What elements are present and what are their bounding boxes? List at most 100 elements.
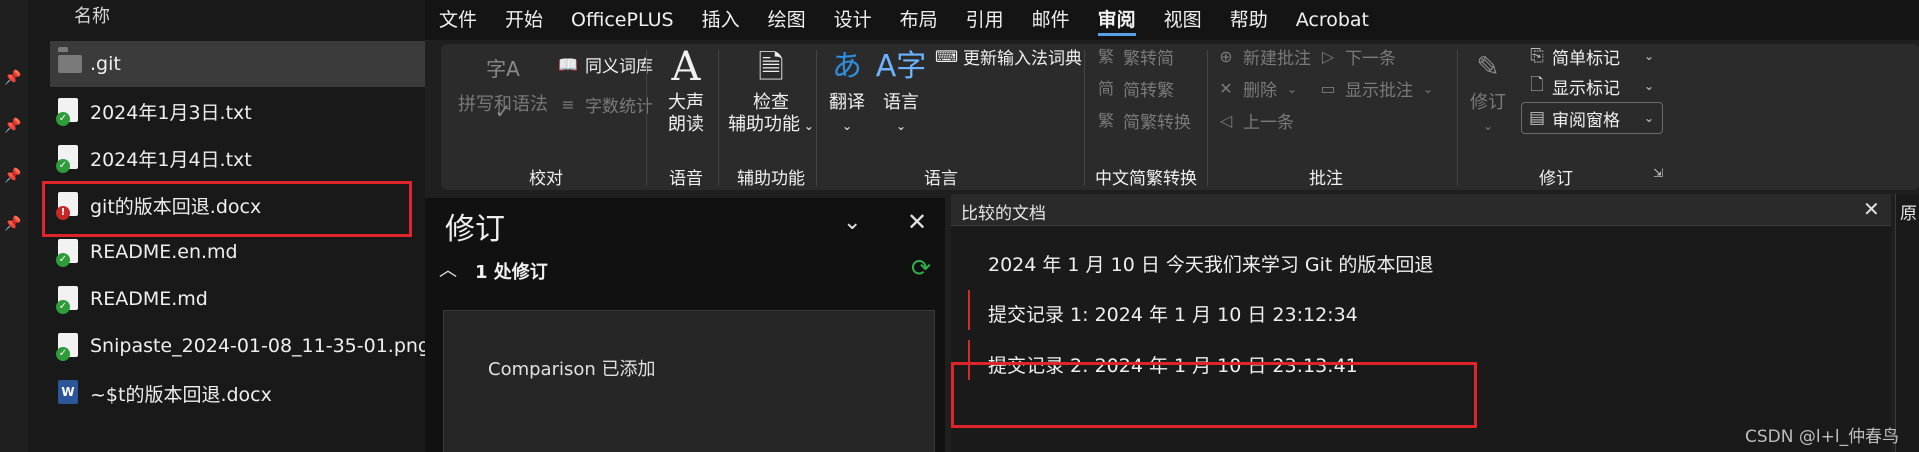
dialog-launcher-icon[interactable]: ⇲	[1653, 166, 1663, 180]
group-label-language: 语言	[924, 169, 958, 189]
group-label-comments: 批注	[1309, 169, 1343, 189]
new-comment-button[interactable]: ⊕ 新建批注	[1215, 44, 1311, 70]
close-icon[interactable]: ✕	[1863, 197, 1880, 221]
check-accessibility-button[interactable]: 🗎 检查 辅助功能 ⌄	[723, 46, 819, 137]
chinese-conversion-button[interactable]: 繁简繁转换	[1095, 108, 1191, 134]
file-name: Snipaste_2024-01-08_11-35-01.png	[90, 335, 430, 357]
tab-home[interactable]: 开始	[491, 0, 557, 40]
pin-icon[interactable]: 📌	[4, 70, 21, 86]
file-row[interactable]: ✓ 2024年1月3日.txt	[50, 88, 425, 134]
group-separator	[718, 50, 719, 186]
new-comment-icon: ⊕	[1219, 46, 1233, 66]
delete-comment-button[interactable]: ✕ 删除 ⌄	[1215, 76, 1297, 102]
markup-icon: ⎘	[1530, 46, 1544, 66]
chevron-down-icon[interactable]: ⌄	[843, 210, 861, 235]
highlight-box	[42, 181, 412, 237]
tab-officeplus[interactable]: OfficePLUS	[557, 0, 688, 40]
chinese-conversion-icon: 繁	[1097, 110, 1114, 130]
accessibility-icon: 🗎	[758, 48, 784, 86]
document-line: 2024 年 1 月 10 日 今天我们来学习 Git 的版本回退	[988, 254, 1434, 276]
pin-icon[interactable]: 📌	[4, 216, 21, 232]
revision-card[interactable]: Comparison 已添加	[443, 310, 935, 452]
revision-count: 1 处修订	[475, 262, 548, 283]
tab-acrobat[interactable]: Acrobat	[1282, 0, 1383, 40]
show-comments-button[interactable]: ▭ 显示批注 ⌄	[1317, 76, 1433, 102]
show-markup-button[interactable]: 🗋 显示标记 ⌄	[1521, 70, 1663, 102]
file-name: ~$t的版本回退.docx	[90, 383, 272, 406]
track-changes-button[interactable]: ✎ 修订 ⌄	[1463, 46, 1513, 137]
next-comment-button[interactable]: ▷ 下一条	[1317, 44, 1396, 70]
reviewing-pane-icon: ▤	[1528, 108, 1546, 128]
document-line: 提交记录 1: 2024 年 1 月 10 日 23:12:34	[988, 304, 1358, 326]
traditional-to-simplified-button[interactable]: 繁繁转简	[1095, 44, 1174, 70]
tab-references[interactable]: 引用	[952, 0, 1018, 40]
file-name: 2024年1月3日.txt	[90, 101, 252, 124]
compared-document-title: 比较的文档	[961, 204, 1046, 224]
tab-help[interactable]: 帮助	[1216, 0, 1282, 40]
translate-button[interactable]: あ 翻译 ⌄	[819, 46, 875, 137]
folder-icon	[58, 51, 82, 77]
tab-view[interactable]: 视图	[1150, 0, 1216, 40]
file-name: README.md	[90, 288, 208, 310]
original-document-title: 原	[1900, 204, 1917, 224]
group-separator	[816, 50, 817, 186]
previous-comment-icon: ◁	[1219, 110, 1233, 130]
word-file-icon: W	[58, 380, 80, 406]
traditional-to-simplified-icon: 繁	[1097, 46, 1114, 66]
close-icon[interactable]: ✕	[907, 208, 927, 236]
previous-comment-button[interactable]: ◁ 上一条	[1215, 108, 1294, 134]
next-comment-icon: ▷	[1321, 46, 1335, 66]
language-button[interactable]: A字 语言 ⌄	[873, 46, 929, 137]
tab-file[interactable]: 文件	[425, 0, 491, 40]
tab-draw[interactable]: 绘图	[754, 0, 820, 40]
revision-bar	[968, 290, 970, 330]
file-explorer: 📌 📌 📌 📌 名称 .git ✓ 2024年1月3日.txt ✓ 2024年1…	[0, 0, 430, 452]
show-markup-icon: 🗋	[1530, 74, 1544, 95]
group-label-tracking: 修订	[1539, 169, 1573, 189]
revisions-pane: 修订 ⌄ ✕ ︿ 1 处修订 ⟳ Comparison 已添加	[425, 198, 945, 452]
translate-icon: あ	[832, 49, 862, 84]
menu-bar: 文件 开始 OfficePLUS 插入 绘图 设计 布局 引用 邮件 审阅 视图…	[425, 0, 1919, 40]
text-file-synced-icon: ✓	[56, 286, 80, 314]
keyboard-icon: ⌨	[935, 46, 959, 66]
tab-mailings[interactable]: 邮件	[1018, 0, 1084, 40]
watermark: CSDN @l+l_仲春鸟	[1745, 427, 1900, 447]
tab-layout[interactable]: 布局	[886, 0, 952, 40]
book-icon: 📖	[558, 54, 578, 74]
spelling-grammar-button[interactable]: 字A ✓ 拼写和语法	[453, 48, 553, 123]
group-label-accessibility: 辅助功能	[737, 169, 805, 189]
track-changes-icon: ✎	[1476, 50, 1500, 83]
read-aloud-icon: A	[671, 44, 701, 90]
file-row[interactable]: ✓ Snipaste_2024-01-08_11-35-01.png	[50, 323, 430, 369]
file-row[interactable]: .git	[50, 41, 425, 87]
review-ribbon: 字A ✓ 拼写和语法 📖 同义词库 ≡ 字数统计 校对 A 大声 朗读 语音 🗎 检查辅…	[441, 44, 1919, 190]
chevron-up-icon[interactable]: ︿	[439, 256, 457, 282]
update-ime-dictionary-button[interactable]: ⌨ 更新输入法词典	[935, 44, 1082, 70]
revision-item-text: Comparison 已添加	[488, 359, 656, 380]
simplified-to-traditional-button[interactable]: 简简转繁	[1095, 76, 1174, 102]
reviewing-pane-button[interactable]: ▤ 审阅窗格 ⌄	[1521, 102, 1663, 134]
tab-design[interactable]: 设计	[820, 0, 886, 40]
file-row[interactable]: ✓ README.md	[50, 276, 425, 322]
thesaurus-button[interactable]: 📖 同义词库	[557, 52, 653, 78]
word-count-button[interactable]: ≡ 字数统计	[557, 92, 653, 118]
file-row[interactable]: ✓ 2024年1月4日.txt	[50, 135, 425, 181]
tab-review[interactable]: 审阅	[1084, 0, 1150, 40]
tab-insert[interactable]: 插入	[688, 0, 754, 40]
highlight-box	[951, 362, 1477, 428]
refresh-icon[interactable]: ⟳	[911, 254, 931, 282]
file-row[interactable]: W ~$t的版本回退.docx	[50, 370, 425, 416]
name-column-header[interactable]: 名称	[74, 2, 110, 28]
text-file-synced-icon: ✓	[56, 98, 80, 126]
pin-icon[interactable]: 📌	[4, 118, 21, 134]
read-aloud-button[interactable]: A 大声 朗读	[651, 46, 721, 136]
group-separator	[1457, 50, 1458, 186]
file-name: .git	[90, 53, 121, 75]
show-comments-icon: ▭	[1320, 78, 1336, 98]
file-name: README.en.md	[90, 241, 238, 263]
file-name: 2024年1月4日.txt	[90, 148, 252, 171]
display-for-review-select[interactable]: ⎘ 简单标记 ⌄	[1521, 40, 1663, 72]
group-separator	[1207, 50, 1208, 186]
pin-icon[interactable]: 📌	[4, 168, 21, 184]
revisions-pane-title: 修订	[445, 212, 505, 247]
